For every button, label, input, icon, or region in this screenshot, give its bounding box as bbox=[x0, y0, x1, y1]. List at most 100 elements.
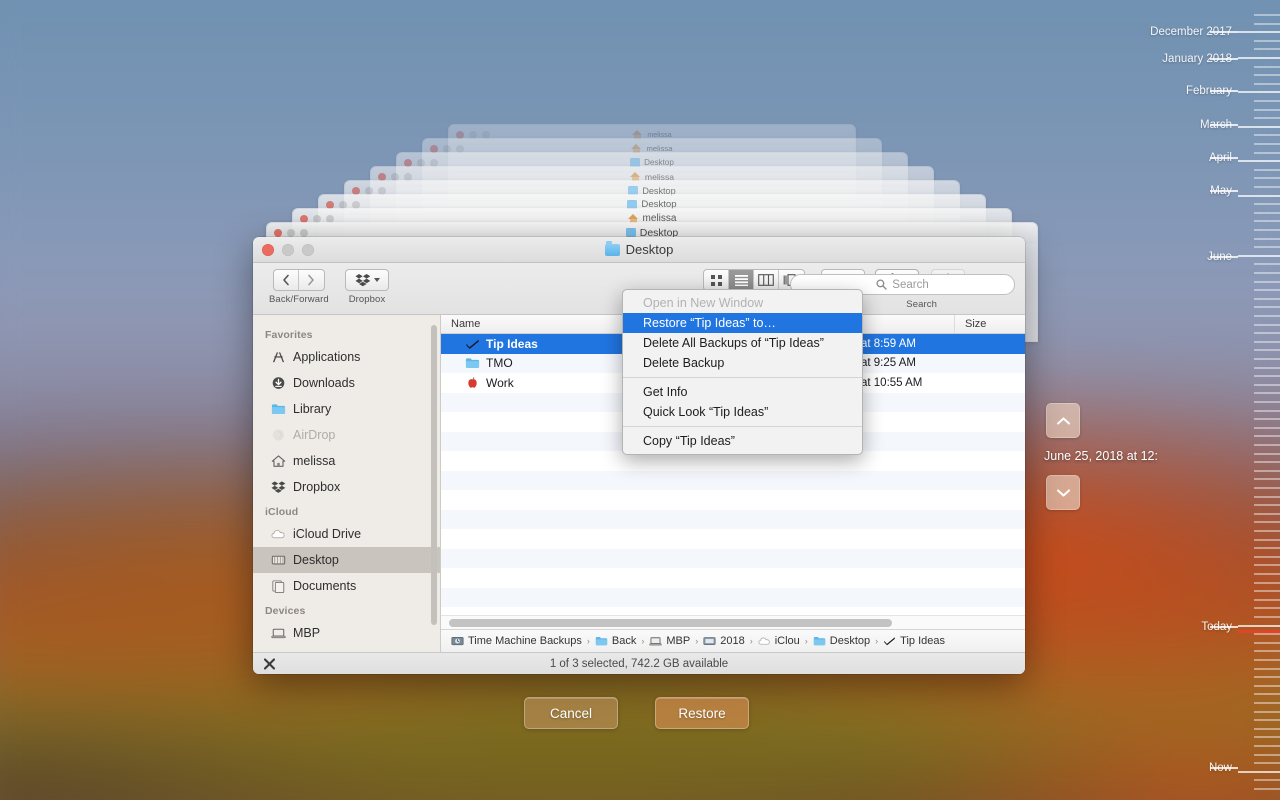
close-x-icon[interactable] bbox=[263, 657, 276, 670]
menu-item-copy-tip-ideas[interactable]: Copy “Tip Ideas” bbox=[623, 431, 862, 451]
sidebar-item-downloads[interactable]: Downloads bbox=[253, 370, 440, 396]
timeline-tick-minor[interactable] bbox=[1254, 762, 1280, 764]
back-forward-segmented[interactable] bbox=[273, 269, 325, 291]
column-header-date[interactable] bbox=[851, 315, 955, 333]
timeline-tick-minor[interactable] bbox=[1254, 392, 1280, 394]
timeline-tick-minor[interactable] bbox=[1254, 590, 1280, 592]
minimize-button[interactable] bbox=[282, 244, 294, 256]
timeline-tick-minor[interactable] bbox=[1254, 401, 1280, 403]
horizontal-scrollbar[interactable] bbox=[441, 615, 1025, 629]
timeline-tick-minor[interactable] bbox=[1254, 332, 1280, 334]
timeline-tick-major[interactable] bbox=[1238, 195, 1280, 197]
timeline-tick-minor[interactable] bbox=[1254, 229, 1280, 231]
timeline-tick-minor[interactable] bbox=[1254, 504, 1280, 506]
menu-item-delete-backup[interactable]: Delete Backup bbox=[623, 353, 862, 373]
timeline-tick-minor[interactable] bbox=[1254, 289, 1280, 291]
timeline-tick-major[interactable] bbox=[1238, 91, 1280, 93]
timeline-tick-minor[interactable] bbox=[1254, 367, 1280, 369]
timeline-tick-minor[interactable] bbox=[1254, 263, 1280, 265]
timeline-tick-minor[interactable] bbox=[1254, 169, 1280, 171]
view-mode-column[interactable] bbox=[754, 270, 779, 290]
timeline-tick-minor[interactable] bbox=[1254, 470, 1280, 472]
timeline-tick-minor[interactable] bbox=[1254, 556, 1280, 558]
timeline-tick-minor[interactable] bbox=[1254, 212, 1280, 214]
close-button[interactable] bbox=[274, 229, 282, 237]
dropbox-button[interactable] bbox=[345, 269, 389, 291]
timeline-tick-minor[interactable] bbox=[1254, 203, 1280, 205]
timeline-tick-minor[interactable] bbox=[1254, 384, 1280, 386]
time-machine-timeline[interactable]: December 2017January 2018FebruaryMarchAp… bbox=[1030, 0, 1280, 800]
timeline-tick-minor[interactable] bbox=[1254, 487, 1280, 489]
timeline-tick-minor[interactable] bbox=[1254, 143, 1280, 145]
timeline-tick-minor[interactable] bbox=[1254, 48, 1280, 50]
restore-button[interactable]: Restore bbox=[655, 697, 749, 729]
timeline-tick-major[interactable] bbox=[1238, 126, 1280, 128]
timeline-tick-minor[interactable] bbox=[1254, 375, 1280, 377]
timeline-tick-minor[interactable] bbox=[1254, 109, 1280, 111]
timeline-tick-minor[interactable] bbox=[1254, 496, 1280, 498]
breadcrumb-item[interactable]: Back bbox=[595, 635, 636, 647]
finder-titlebar[interactable]: Desktop bbox=[253, 237, 1025, 263]
horizontal-scrollbar-thumb[interactable] bbox=[449, 619, 892, 627]
sidebar-scrollbar[interactable] bbox=[431, 325, 437, 625]
timeline-tick-major[interactable] bbox=[1238, 771, 1280, 773]
maximize-button[interactable] bbox=[302, 244, 314, 256]
timeline-tick-minor[interactable] bbox=[1254, 685, 1280, 687]
timeline-tick-minor[interactable] bbox=[1254, 521, 1280, 523]
view-mode-icon[interactable] bbox=[704, 270, 729, 290]
breadcrumb-item[interactable]: Time Machine Backups bbox=[451, 635, 582, 647]
timeline-tick-minor[interactable] bbox=[1254, 349, 1280, 351]
timeline-tick-minor[interactable] bbox=[1254, 754, 1280, 756]
timeline-tick-minor[interactable] bbox=[1254, 40, 1280, 42]
timeline-tick-minor[interactable] bbox=[1254, 444, 1280, 446]
timeline-tick-minor[interactable] bbox=[1254, 779, 1280, 781]
timeline-tick-minor[interactable] bbox=[1254, 642, 1280, 644]
context-menu[interactable]: Open in New WindowRestore “Tip Ideas” to… bbox=[622, 289, 863, 455]
sidebar-item-dropbox[interactable]: Dropbox bbox=[253, 474, 440, 500]
timeline-tick-minor[interactable] bbox=[1254, 711, 1280, 713]
path-breadcrumb[interactable]: Time Machine Backups›Back›MBP›2018›iClou… bbox=[441, 629, 1025, 652]
timeline-tick-minor[interactable] bbox=[1254, 117, 1280, 119]
minimize-button[interactable] bbox=[287, 229, 295, 237]
timeline-tick-minor[interactable] bbox=[1254, 650, 1280, 652]
timeline-tick-major[interactable] bbox=[1238, 625, 1280, 627]
maximize-button[interactable] bbox=[300, 229, 308, 237]
timeline-tick-minor[interactable] bbox=[1254, 14, 1280, 16]
timeline-tick-minor[interactable] bbox=[1254, 324, 1280, 326]
timeline-tick-minor[interactable] bbox=[1254, 582, 1280, 584]
timeline-tick-minor[interactable] bbox=[1254, 736, 1280, 738]
timeline-tick-minor[interactable] bbox=[1254, 728, 1280, 730]
sidebar-item-desktop[interactable]: Desktop bbox=[253, 547, 440, 573]
timeline-tick-minor[interactable] bbox=[1254, 238, 1280, 240]
timeline-tick-minor[interactable] bbox=[1254, 616, 1280, 618]
column-header-size[interactable]: Size bbox=[955, 315, 1025, 333]
back-button[interactable] bbox=[274, 270, 299, 290]
close-button[interactable] bbox=[262, 244, 274, 256]
timeline-tick-minor[interactable] bbox=[1254, 410, 1280, 412]
cancel-button[interactable]: Cancel bbox=[524, 697, 618, 729]
timeline-tick-minor[interactable] bbox=[1254, 564, 1280, 566]
timeline-tick-minor[interactable] bbox=[1254, 530, 1280, 532]
timeline-tick-minor[interactable] bbox=[1254, 599, 1280, 601]
timeline-tick-minor[interactable] bbox=[1254, 341, 1280, 343]
timeline-tick-minor[interactable] bbox=[1254, 152, 1280, 154]
timeline-tick-major[interactable] bbox=[1238, 255, 1280, 257]
timeline-tick-major[interactable] bbox=[1238, 31, 1280, 33]
timeline-tick-minor[interactable] bbox=[1254, 281, 1280, 283]
timeline-tick-minor[interactable] bbox=[1254, 693, 1280, 695]
timeline-tick-minor[interactable] bbox=[1254, 246, 1280, 248]
forward-button[interactable] bbox=[299, 270, 324, 290]
timeline-tick-major[interactable] bbox=[1238, 57, 1280, 59]
timeline-tick-minor[interactable] bbox=[1254, 66, 1280, 68]
breadcrumb-item[interactable]: Desktop bbox=[813, 635, 870, 647]
sidebar-item-icloud-drive[interactable]: iCloud Drive bbox=[253, 521, 440, 547]
menu-item-delete-all-backups-of-tip-ideas[interactable]: Delete All Backups of “Tip Ideas” bbox=[623, 333, 862, 353]
menu-item-get-info[interactable]: Get Info bbox=[623, 382, 862, 402]
timeline-tick-minor[interactable] bbox=[1254, 745, 1280, 747]
timeline-tick-minor[interactable] bbox=[1254, 633, 1280, 635]
timeline-tick-minor[interactable] bbox=[1254, 272, 1280, 274]
sidebar-item-melissa[interactable]: melissa bbox=[253, 448, 440, 474]
timeline-tick-minor[interactable] bbox=[1254, 513, 1280, 515]
timeline-tick-minor[interactable] bbox=[1254, 478, 1280, 480]
finder-sidebar[interactable]: FavoritesApplicationsDownloadsLibraryAir… bbox=[253, 315, 441, 652]
